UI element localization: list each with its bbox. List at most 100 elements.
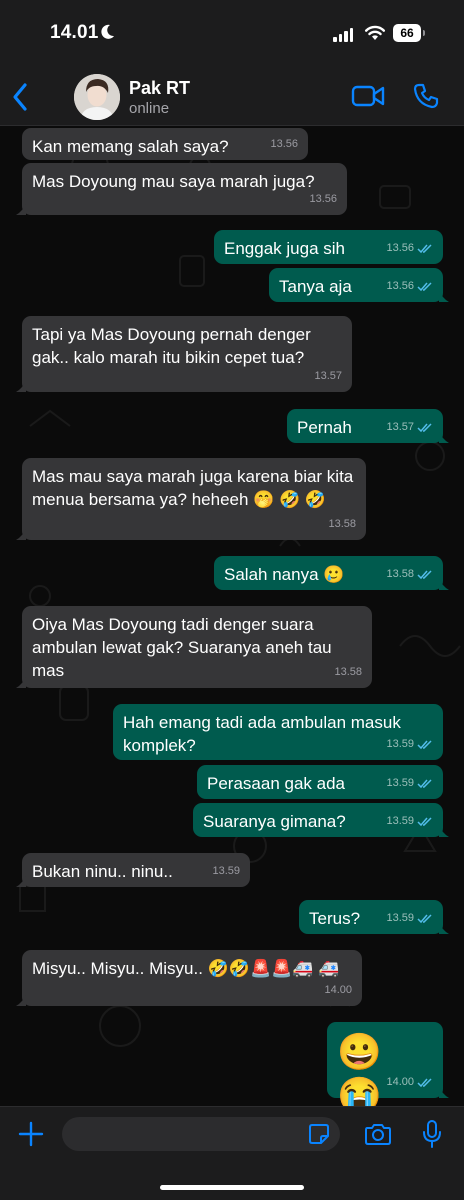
message-incoming[interactable]: Mas mau saya marah juga karena biar kita… bbox=[16, 458, 366, 540]
message-text: Oiya Mas Doyoung tadi denger suara ambul… bbox=[32, 615, 337, 680]
message-outgoing[interactable]: Salah nanya 🥲 13.58 bbox=[214, 556, 449, 590]
message-outgoing[interactable]: Pernah 13.57 bbox=[287, 409, 449, 443]
bubble-tail bbox=[16, 676, 26, 688]
message-text: Terus? bbox=[309, 909, 361, 928]
message-time: 13.59 bbox=[212, 865, 240, 877]
message-meta: 13.57 bbox=[314, 365, 342, 388]
bubble-tail bbox=[16, 875, 26, 887]
double-check-icon bbox=[417, 816, 432, 826]
message-time: 13.59 bbox=[386, 815, 414, 827]
message-time: 13.56 bbox=[270, 138, 298, 150]
phone-icon[interactable] bbox=[413, 83, 439, 109]
message-text: Hah emang tadi ada ambulan masuk komplek… bbox=[123, 713, 406, 755]
chevron-left-icon[interactable] bbox=[10, 82, 30, 112]
double-check-icon bbox=[417, 778, 432, 788]
status-time: 14.01 bbox=[50, 22, 99, 43]
message-meta: 13.56 bbox=[386, 237, 433, 260]
message-time: 14.00 bbox=[386, 1076, 414, 1088]
message-time: 13.58 bbox=[328, 518, 356, 530]
double-check-icon bbox=[417, 739, 432, 749]
message-time: 13.57 bbox=[386, 421, 414, 433]
message-meta: 13.56 bbox=[270, 133, 298, 156]
wifi-icon bbox=[365, 25, 385, 40]
message-time: 13.58 bbox=[334, 666, 362, 678]
input-bar bbox=[0, 1106, 464, 1200]
message-time: 13.56 bbox=[386, 280, 414, 292]
message-time: 13.56 bbox=[309, 193, 337, 205]
message-text: Salah nanya 🥲 bbox=[224, 565, 345, 584]
message-outgoing[interactable]: Hah emang tadi ada ambulan masuk komplek… bbox=[113, 704, 443, 760]
double-check-icon bbox=[417, 1077, 432, 1087]
message-text: Enggak juga sih bbox=[224, 239, 345, 258]
message-time: 13.57 bbox=[314, 370, 342, 382]
message-text: Mas Doyoung mau saya marah juga? bbox=[32, 172, 315, 191]
message-meta: 14.00 bbox=[386, 1071, 433, 1094]
bubble-tail bbox=[439, 1086, 449, 1098]
message-meta: 14.00 bbox=[324, 979, 352, 1002]
bubble-tail bbox=[16, 380, 26, 392]
video-camera-icon[interactable] bbox=[351, 84, 385, 108]
message-outgoing[interactable]: 😀 😭 14.00 bbox=[327, 1022, 449, 1106]
contact-name[interactable]: Pak RT bbox=[129, 78, 190, 99]
message-incoming[interactable]: Tapi ya Mas Doyoung pernah denger gak.. … bbox=[16, 316, 352, 392]
double-check-icon bbox=[417, 913, 432, 923]
bubble-tail bbox=[439, 578, 449, 590]
message-text: Bukan ninu.. ninu.. bbox=[32, 862, 173, 881]
message-time: 13.58 bbox=[386, 568, 414, 580]
message-meta: 13.59 bbox=[386, 907, 433, 930]
message-outgoing[interactable]: Suaranya gimana? 13.59 bbox=[193, 803, 449, 837]
bubble-tail bbox=[16, 528, 26, 540]
bubble-tail bbox=[16, 994, 26, 1006]
message-meta: 13.59 bbox=[386, 733, 433, 756]
message-meta: 13.58 bbox=[386, 563, 433, 586]
home-indicator bbox=[160, 1185, 304, 1190]
message-text: Misyu.. Misyu.. Misyu.. 🤣🤣🚨🚨🚑 🚑 bbox=[32, 959, 340, 978]
message-incoming[interactable]: Mas Doyoung mau saya marah juga? 13.56 bbox=[16, 163, 347, 215]
message-text: Perasaan gak ada bbox=[207, 774, 345, 793]
message-text: 😀 😭 bbox=[337, 1031, 392, 1106]
message-meta: 13.59 bbox=[212, 860, 240, 883]
message-incoming[interactable]: Bukan ninu.. ninu.. 13.59 bbox=[16, 853, 250, 887]
contact-status: online bbox=[129, 100, 170, 117]
message-incoming[interactable]: Oiya Mas Doyoung tadi denger suara ambul… bbox=[16, 606, 372, 688]
status-bar: 14.01 66 bbox=[0, 0, 464, 66]
bubble-tail bbox=[16, 203, 26, 215]
message-meta: 13.58 bbox=[334, 661, 362, 684]
message-time: 13.59 bbox=[386, 738, 414, 750]
message-meta: 13.59 bbox=[386, 810, 433, 833]
message-text: Mas mau saya marah juga karena biar kita… bbox=[32, 467, 358, 509]
message-meta: 13.59 bbox=[386, 772, 433, 795]
battery-tip bbox=[423, 30, 425, 36]
message-meta: 13.56 bbox=[309, 188, 337, 211]
message-outgoing[interactable]: Enggak juga sih 13.56 bbox=[214, 230, 443, 264]
message-meta: 13.56 bbox=[386, 275, 433, 298]
battery-level: 66 bbox=[393, 24, 421, 42]
microphone-icon[interactable] bbox=[422, 1119, 442, 1149]
message-input[interactable] bbox=[62, 1117, 340, 1151]
double-check-icon bbox=[417, 243, 432, 253]
message-outgoing[interactable]: Perasaan gak ada 13.59 bbox=[197, 765, 443, 799]
message-incoming[interactable]: Misyu.. Misyu.. Misyu.. 🤣🤣🚨🚨🚑 🚑 14.00 bbox=[16, 950, 362, 1006]
bubble-tail bbox=[439, 290, 449, 302]
message-meta: 13.57 bbox=[386, 416, 433, 439]
message-meta: 13.58 bbox=[328, 513, 356, 536]
message-text: Suaranya gimana? bbox=[203, 812, 346, 831]
message-text: Kan memang salah saya? bbox=[32, 137, 229, 156]
message-incoming[interactable]: Kan memang salah saya? 13.56 bbox=[22, 128, 308, 160]
signal-icon bbox=[333, 28, 353, 42]
message-text: Pernah bbox=[297, 418, 352, 437]
sticker-icon[interactable] bbox=[308, 1123, 330, 1145]
avatar[interactable] bbox=[74, 74, 120, 120]
double-check-icon bbox=[417, 569, 432, 579]
message-outgoing[interactable]: Terus? 13.59 bbox=[299, 900, 449, 934]
plus-icon[interactable] bbox=[18, 1121, 44, 1147]
moon-icon bbox=[101, 24, 114, 39]
message-time: 13.56 bbox=[386, 242, 414, 254]
bubble-tail bbox=[439, 825, 449, 837]
double-check-icon bbox=[417, 281, 432, 291]
chat-area[interactable]: Kan memang salah saya? 13.56 Mas Doyoung… bbox=[0, 126, 464, 1106]
bubble-tail bbox=[439, 922, 449, 934]
camera-icon[interactable] bbox=[364, 1122, 392, 1146]
chat-header: Pak RT online bbox=[0, 66, 464, 126]
message-outgoing[interactable]: Tanya aja 13.56 bbox=[269, 268, 449, 302]
